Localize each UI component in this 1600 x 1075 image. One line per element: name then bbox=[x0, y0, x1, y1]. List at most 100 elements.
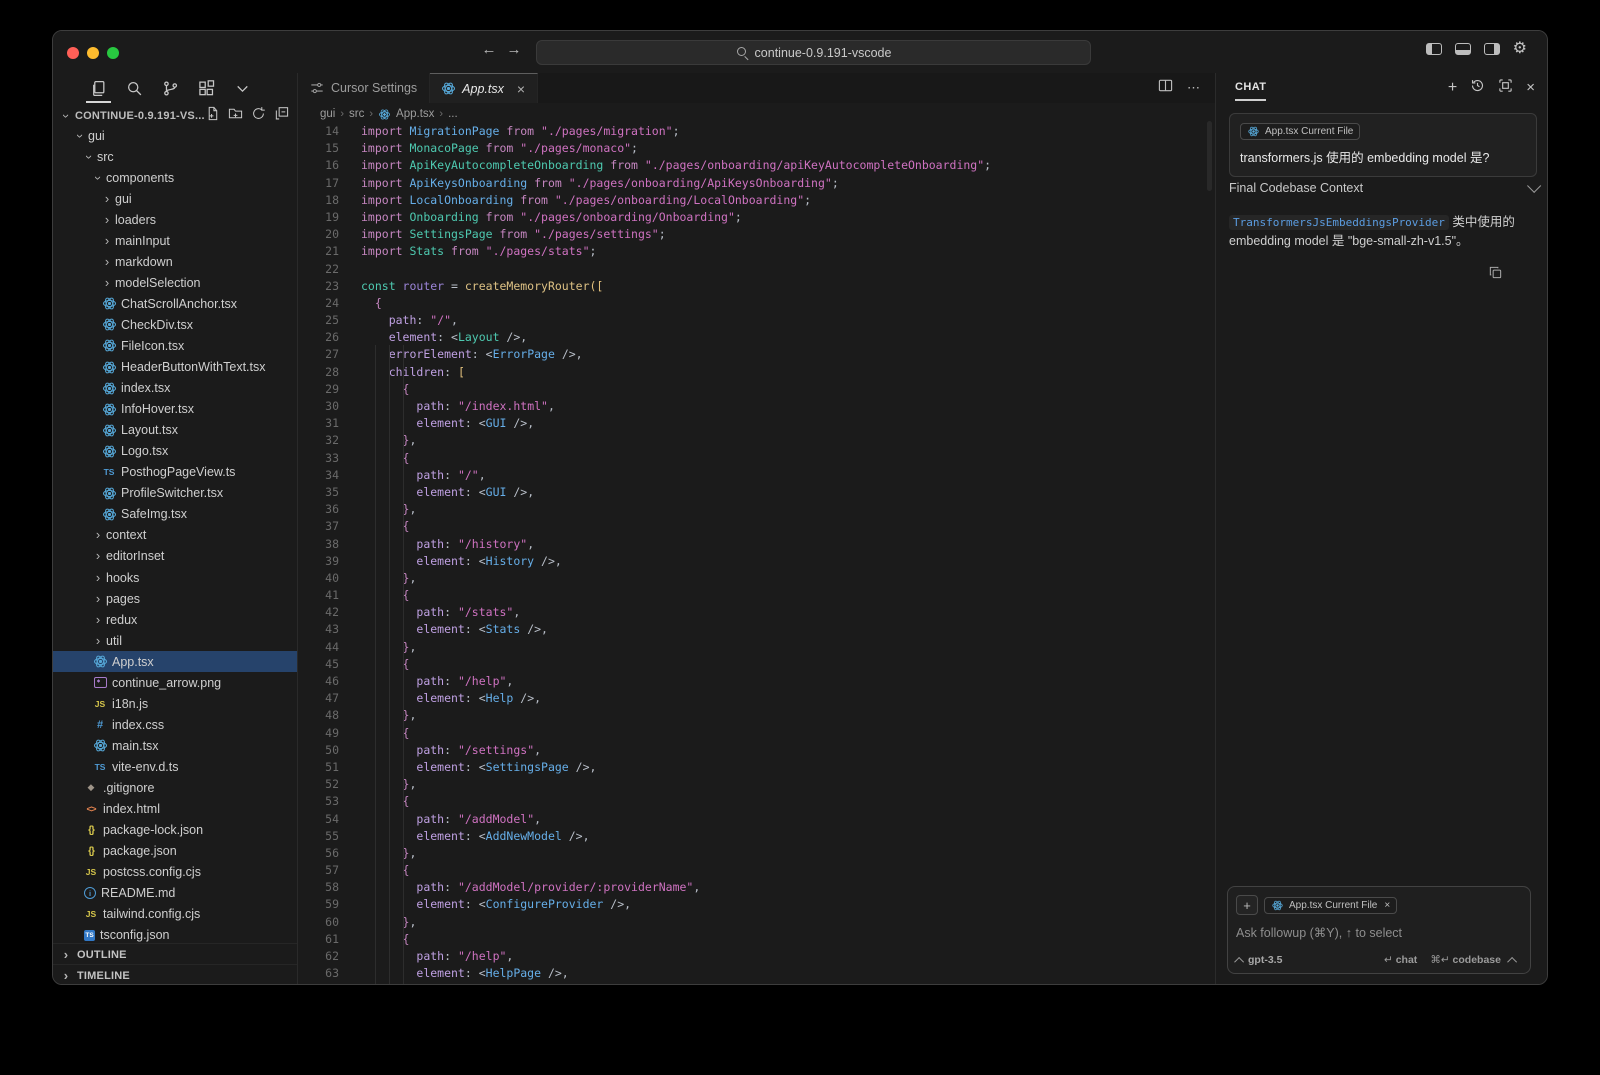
toggle-sidebar-icon[interactable] bbox=[1426, 43, 1442, 55]
indent-guide bbox=[403, 345, 404, 984]
codebase-submit[interactable]: ⌘↵ codebase bbox=[1430, 954, 1501, 966]
input-context-pill[interactable]: App.tsx Current File × bbox=[1264, 897, 1397, 914]
outline-section[interactable]: › OUTLINE bbox=[53, 943, 297, 965]
tab-app-tsx[interactable]: App.tsx × bbox=[430, 73, 538, 103]
command-center-search[interactable]: continue-0.9.191-vscode bbox=[536, 40, 1091, 65]
explorer-header[interactable]: › CONTINUE-0.9.191-VS... bbox=[53, 105, 297, 127]
breadcrumb-item[interactable]: src bbox=[349, 108, 364, 120]
breadcrumb-item[interactable]: gui bbox=[320, 108, 335, 120]
toggle-panel-icon[interactable] bbox=[1455, 43, 1471, 55]
tree-item-label: gui bbox=[115, 192, 132, 206]
minimize-window-button[interactable] bbox=[87, 47, 99, 59]
chevron-right-icon: › bbox=[61, 971, 71, 981]
tree-item-maininput[interactable]: ›mainInput bbox=[53, 230, 297, 251]
tree-item-gui[interactable]: ›gui bbox=[53, 188, 297, 209]
tree-item-util[interactable]: ›util bbox=[53, 630, 297, 651]
expand-icon[interactable] bbox=[1498, 78, 1513, 98]
back-button[interactable]: ← bbox=[478, 41, 500, 58]
tree-item-readme-md[interactable]: iREADME.md bbox=[53, 883, 297, 904]
sliders-icon bbox=[310, 81, 324, 95]
chat-tab[interactable]: CHAT bbox=[1235, 81, 1266, 95]
code-line: 26 element: <Layout />, bbox=[298, 329, 1215, 346]
breadcrumb[interactable]: gui› src› App.tsx› ... bbox=[298, 103, 1215, 125]
chat-input-placeholder[interactable]: Ask followup (⌘Y), ↑ to select bbox=[1236, 925, 1522, 940]
timeline-section[interactable]: › TIMELINE bbox=[53, 964, 297, 985]
new-file-icon[interactable] bbox=[205, 106, 220, 126]
tree-item-src[interactable]: ›src bbox=[53, 146, 297, 167]
codebase-context-section[interactable]: Final Codebase Context bbox=[1229, 181, 1537, 195]
tree-item-hooks[interactable]: ›hooks bbox=[53, 567, 297, 588]
tree-item-i18n-js[interactable]: JSi18n.js bbox=[53, 693, 297, 714]
tree-item-markdown[interactable]: ›markdown bbox=[53, 251, 297, 272]
tree-item-headerbuttonwithtext-tsx[interactable]: HeaderButtonWithText.tsx bbox=[53, 357, 297, 378]
tree-item-modelselection[interactable]: ›modelSelection bbox=[53, 272, 297, 293]
tree-item-posthogpageview-ts[interactable]: TSPosthogPageView.ts bbox=[53, 462, 297, 483]
source-control-icon[interactable] bbox=[161, 79, 180, 98]
tree-item-tailwind-config-cjs[interactable]: JStailwind.config.cjs bbox=[53, 904, 297, 925]
forward-button[interactable]: → bbox=[503, 41, 525, 58]
chevron-down-icon[interactable] bbox=[233, 79, 252, 98]
code-line: 22 bbox=[298, 261, 1215, 278]
copy-icon[interactable] bbox=[1488, 265, 1503, 285]
code-text: children: [ bbox=[361, 364, 465, 381]
close-panel-icon[interactable]: × bbox=[1526, 81, 1535, 95]
more-actions-icon[interactable]: ⋯ bbox=[1187, 80, 1201, 96]
chat-submit[interactable]: ↵ chat bbox=[1384, 954, 1417, 966]
codebase-context-label: Final Codebase Context bbox=[1229, 181, 1363, 195]
tree-item-package-lock-json[interactable]: {}package-lock.json bbox=[53, 820, 297, 841]
tree-item-index-html[interactable]: <>index.html bbox=[53, 799, 297, 820]
tree-item-gui[interactable]: ›gui bbox=[53, 125, 297, 146]
code-line: 16import ApiKeyAutocompleteOnboarding fr… bbox=[298, 157, 1215, 174]
tree-item-main-tsx[interactable]: main.tsx bbox=[53, 735, 297, 756]
extensions-icon[interactable] bbox=[197, 79, 216, 98]
collapse-all-icon[interactable] bbox=[274, 106, 289, 126]
tree-item-components[interactable]: ›components bbox=[53, 167, 297, 188]
new-folder-icon[interactable] bbox=[228, 106, 243, 126]
toggle-secondary-sidebar-icon[interactable] bbox=[1484, 43, 1500, 55]
tree-item-package-json[interactable]: {}package.json bbox=[53, 841, 297, 862]
tree-item-infohover-tsx[interactable]: InfoHover.tsx bbox=[53, 399, 297, 420]
close-tab-icon[interactable]: × bbox=[517, 81, 525, 97]
user-message-card: App.tsx Current File transformers.js 使用的… bbox=[1229, 113, 1537, 177]
breadcrumb-item[interactable]: ... bbox=[448, 108, 458, 120]
tree-item-profileswitcher-tsx[interactable]: ProfileSwitcher.tsx bbox=[53, 483, 297, 504]
zoom-window-button[interactable] bbox=[107, 47, 119, 59]
tree-item-context[interactable]: ›context bbox=[53, 525, 297, 546]
tree-item-checkdiv-tsx[interactable]: CheckDiv.tsx bbox=[53, 314, 297, 335]
tab-cursor-settings[interactable]: Cursor Settings bbox=[298, 73, 430, 103]
tree-item-continue-arrow-png[interactable]: continue_arrow.png bbox=[53, 672, 297, 693]
tree-item-logo-tsx[interactable]: Logo.tsx bbox=[53, 441, 297, 462]
tree-item-index-css[interactable]: #index.css bbox=[53, 714, 297, 735]
chat-input-box[interactable]: + App.tsx Current File × Ask followup (⌘… bbox=[1227, 886, 1531, 974]
tree-item--gitignore[interactable]: ◆.gitignore bbox=[53, 777, 297, 798]
explorer-icon[interactable] bbox=[89, 79, 108, 98]
model-selector[interactable]: gpt-3.5 bbox=[1248, 954, 1282, 966]
tree-item-pages[interactable]: ›pages bbox=[53, 588, 297, 609]
tree-item-redux[interactable]: ›redux bbox=[53, 609, 297, 630]
tree-item-layout-tsx[interactable]: Layout.tsx bbox=[53, 420, 297, 441]
code-line: 55 element: <AddNewModel />, bbox=[298, 828, 1215, 845]
history-icon[interactable] bbox=[1470, 78, 1485, 98]
remove-context-icon[interactable]: × bbox=[1384, 900, 1390, 911]
breadcrumb-item[interactable]: App.tsx bbox=[396, 108, 434, 120]
tree-item-fileicon-tsx[interactable]: FileIcon.tsx bbox=[53, 335, 297, 356]
tree-item-loaders[interactable]: ›loaders bbox=[53, 209, 297, 230]
tree-item-postcss-config-cjs[interactable]: JSpostcss.config.cjs bbox=[53, 862, 297, 883]
context-pill[interactable]: App.tsx Current File bbox=[1240, 123, 1360, 140]
tree-item-editorinset[interactable]: ›editorInset bbox=[53, 546, 297, 567]
tree-item-chatscrollanchor-tsx[interactable]: ChatScrollAnchor.tsx bbox=[53, 293, 297, 314]
editor-scrollbar[interactable] bbox=[1207, 121, 1212, 191]
split-editor-icon[interactable] bbox=[1158, 78, 1173, 98]
tree-item-safeimg-tsx[interactable]: SafeImg.tsx bbox=[53, 504, 297, 525]
tree-item-index-tsx[interactable]: index.tsx bbox=[53, 378, 297, 399]
code-area[interactable]: 14import MigrationPage from "./pages/mig… bbox=[298, 123, 1215, 984]
add-context-button[interactable]: + bbox=[1236, 895, 1258, 915]
close-window-button[interactable] bbox=[67, 47, 79, 59]
new-chat-icon[interactable]: + bbox=[1448, 81, 1457, 95]
tree-item-vite-env-d-ts[interactable]: TSvite-env.d.ts bbox=[53, 756, 297, 777]
refresh-icon[interactable] bbox=[251, 106, 266, 126]
search-icon[interactable] bbox=[125, 79, 144, 98]
settings-gear-icon[interactable]: ⚙ bbox=[1513, 43, 1527, 55]
tree-item-app-tsx[interactable]: App.tsx bbox=[53, 651, 297, 672]
code-text: path: "/help", bbox=[361, 673, 513, 690]
